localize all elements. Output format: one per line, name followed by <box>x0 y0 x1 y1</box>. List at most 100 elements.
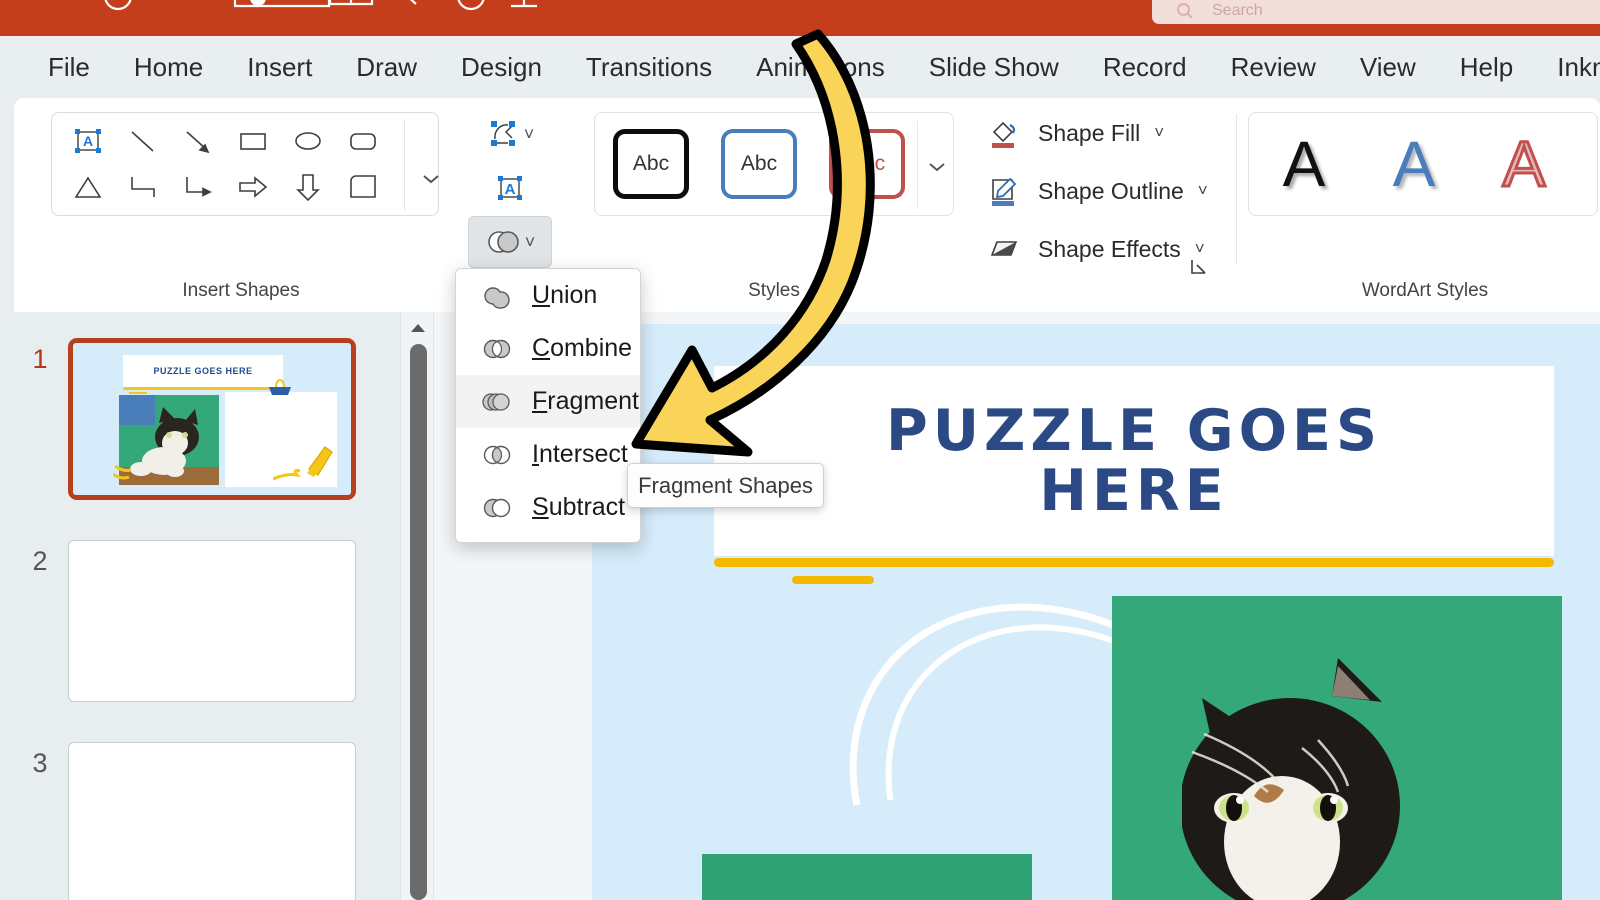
menu-item-intersect[interactable]: Intersect <box>456 428 640 481</box>
scrollbar-thumb[interactable] <box>410 344 427 900</box>
tab-record[interactable]: Record <box>1081 36 1209 98</box>
tab-draw[interactable]: Draw <box>334 36 439 98</box>
group-label-insert-shapes: Insert Shapes <box>26 280 456 302</box>
tab-help[interactable]: Help <box>1438 36 1535 98</box>
accel-f: F <box>532 387 547 415</box>
slide-title-underline-accent <box>792 576 874 584</box>
line-shape-icon[interactable] <box>115 119 170 163</box>
menu-item-fragment-label: Fragment <box>532 387 639 416</box>
slide-number-3: 3 <box>20 748 60 779</box>
wordart-thumb-2[interactable]: A <box>1359 132 1469 196</box>
isosceles-triangle-shape-icon[interactable] <box>60 165 115 209</box>
text-box-shape-icon[interactable]: A <box>60 119 115 163</box>
ribbon-tab-strip: File Home Insert Draw Design Transitions… <box>0 36 1600 98</box>
tab-transitions[interactable]: Transitions <box>564 36 734 98</box>
scroll-up-arrow-icon[interactable] <box>401 316 435 340</box>
shape-fill-button[interactable]: Shape Fill ˅ <box>984 110 1164 156</box>
slide-photo-cat[interactable] <box>1112 596 1562 900</box>
tab-insert[interactable]: Insert <box>225 36 334 98</box>
rounded-rectangle-shape-icon[interactable] <box>335 119 390 163</box>
quick-access-toolbar[interactable] <box>0 0 1100 18</box>
slide-thumbnail-panel: 1 PUZZLE GOES HERE <box>0 312 396 900</box>
rest-union: nion <box>550 281 597 309</box>
shape-outline-chevron-down-icon[interactable]: ˅ <box>1198 181 1208 201</box>
group-wordart-styles: A A A WordArt Styles <box>1236 98 1600 312</box>
right-arrow-shape-icon[interactable] <box>225 165 280 209</box>
ribbon-tabs: File Home Insert Draw Design Transitions… <box>26 36 1600 98</box>
slide-thumbnail-frame-1[interactable]: PUZZLE GOES HERE <box>68 338 356 500</box>
menu-item-union[interactable]: Union <box>456 269 640 322</box>
fragment-icon <box>482 387 512 417</box>
edit-shape-chevron-down-icon[interactable]: ˅ <box>524 124 535 145</box>
slide-title-underline <box>714 558 1554 567</box>
slide-1-preview-clip-icon <box>265 377 295 397</box>
slide-thumbnail-frame-2[interactable] <box>68 540 356 702</box>
fragment-shapes-tooltip: Fragment Shapes <box>627 463 824 508</box>
shape-styles-gallery[interactable]: Abc Abc Abc <box>594 112 954 216</box>
merge-shapes-menu[interactable]: Union Combine Fragment <box>455 268 641 543</box>
menu-item-subtract[interactable]: Subtract <box>456 481 640 534</box>
search-placeholder: Search <box>1212 2 1263 20</box>
shape-fill-label: Shape Fill <box>1038 120 1140 147</box>
slide-title-card[interactable]: PUZZLE GOES HERE <box>714 366 1554 556</box>
thumbnail-panel-scrollbar[interactable] <box>400 312 434 900</box>
cat-illustration <box>1182 656 1512 900</box>
slide-photo-accent-block[interactable] <box>702 854 1032 900</box>
shape-fill-chevron-down-icon[interactable]: ˅ <box>1154 123 1164 143</box>
shape-outline-label: Shape Outline <box>1038 178 1184 205</box>
elbow-arrow-connector-shape-icon[interactable] <box>170 165 225 209</box>
down-arrow-shape-icon[interactable] <box>280 165 335 209</box>
flowchart-shape-icon[interactable] <box>335 165 390 209</box>
slide-surface[interactable]: PUZZLE GOES HERE <box>592 324 1600 900</box>
search-box[interactable]: Search <box>1152 0 1600 24</box>
menu-item-combine-label: Combine <box>532 334 632 363</box>
accel-u: U <box>532 281 550 309</box>
slide-1-preview-blue-square <box>119 395 155 425</box>
rest-intersect: ntersect <box>539 440 628 468</box>
shape-styles-more-button[interactable] <box>919 153 955 179</box>
merge-shapes-chevron-down-icon[interactable]: ˅ <box>525 232 536 253</box>
tab-view[interactable]: View <box>1338 36 1438 98</box>
tab-design[interactable]: Design <box>439 36 564 98</box>
tab-slide-show[interactable]: Slide Show <box>907 36 1081 98</box>
accel-s: S <box>532 493 549 521</box>
subtract-icon <box>482 493 512 523</box>
shape-effects-label: Shape Effects <box>1038 236 1181 263</box>
wordart-gallery[interactable]: A A A <box>1248 112 1598 216</box>
shape-style-thumb-3[interactable]: Abc <box>829 129 905 199</box>
slide-1-preview-underline <box>123 387 285 390</box>
wordart-thumb-1[interactable]: A <box>1249 132 1359 196</box>
menu-item-combine[interactable]: Combine <box>456 322 640 375</box>
shape-fill-icon <box>984 113 1024 153</box>
line-arrow-shape-icon[interactable] <box>170 119 225 163</box>
search-icon <box>1176 2 1194 20</box>
rectangle-shape-icon[interactable] <box>225 119 280 163</box>
shape-style-thumb-1[interactable]: Abc <box>613 129 689 199</box>
text-box-button[interactable]: A <box>472 164 548 212</box>
wordart-left-divider <box>1236 114 1237 264</box>
union-icon <box>482 281 512 311</box>
shapes-gallery[interactable]: A <box>51 112 439 216</box>
tab-review[interactable]: Review <box>1209 36 1338 98</box>
merge-shapes-button[interactable]: ˅ <box>468 216 552 268</box>
tab-home[interactable]: Home <box>112 36 225 98</box>
elbow-connector-shape-icon[interactable] <box>115 165 170 209</box>
tab-file[interactable]: File <box>26 36 112 98</box>
menu-item-fragment[interactable]: Fragment <box>456 375 640 428</box>
oval-shape-icon[interactable] <box>280 119 335 163</box>
tab-animations[interactable]: Animations <box>734 36 907 98</box>
shape-outline-button[interactable]: Shape Outline ˅ <box>984 168 1208 214</box>
slide-thumbnail-frame-3[interactable] <box>68 742 356 900</box>
shape-styles-dialog-launcher[interactable] <box>1188 256 1210 278</box>
shape-effects-button[interactable]: Shape Effects ˅ <box>984 226 1205 272</box>
accel-c: C <box>532 334 550 362</box>
rest-subtract: ubtract <box>549 493 625 521</box>
shapes-gallery-more-button[interactable] <box>404 141 458 217</box>
edit-shape-button[interactable]: ˅ <box>472 110 548 158</box>
wordart-thumb-3[interactable]: A <box>1469 132 1579 196</box>
shape-style-thumb-2[interactable]: Abc <box>721 129 797 199</box>
tab-inknoe-classroom[interactable]: Inknoe Cla <box>1535 36 1600 98</box>
group-label-wordart-styles: WordArt Styles <box>1236 280 1600 302</box>
shape-outline-icon <box>984 171 1024 211</box>
group-shape-format: Shape Fill ˅ Shape Outline ˅ <box>976 98 1224 312</box>
